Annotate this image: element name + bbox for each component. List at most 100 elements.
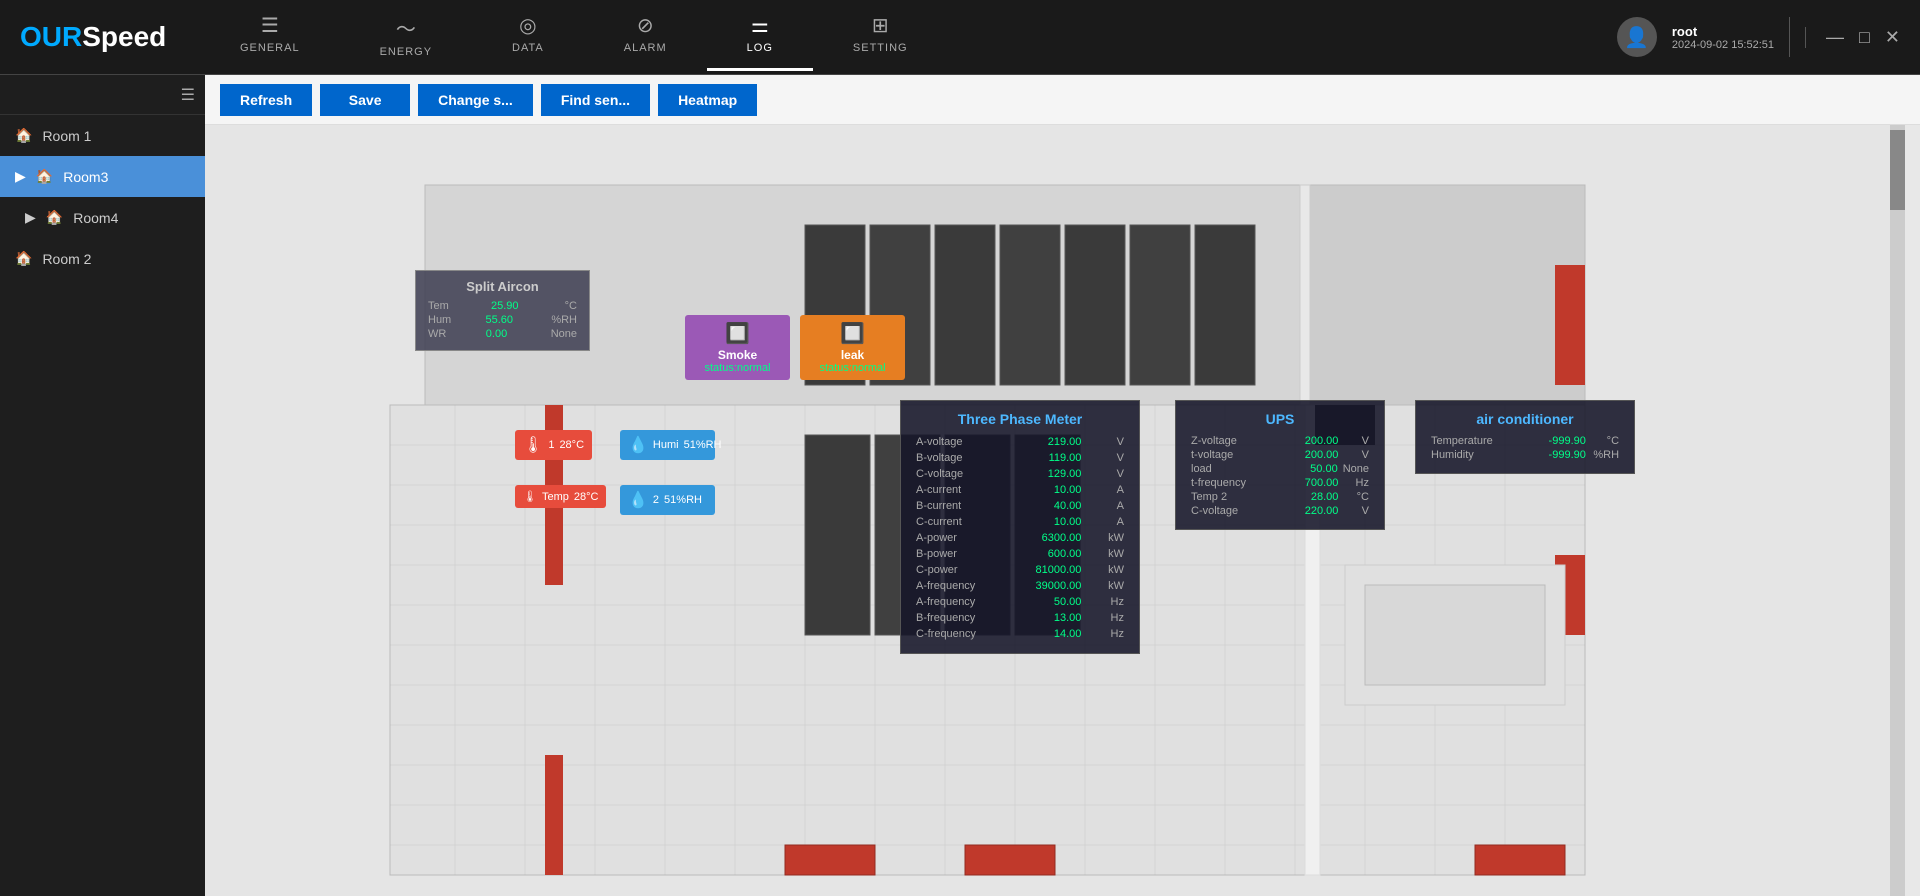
nav-alarm[interactable]: ⊘ ALARM <box>584 3 707 71</box>
logo-speed: Speed <box>82 21 166 52</box>
humi2-icon: 💧 <box>628 490 648 510</box>
main-layout: ☰ 🏠 Room 1 ▶ 🏠 Room3 ▶ 🏠 Room4 🏠 Room 2 … <box>0 75 1920 896</box>
minimize-button[interactable]: — <box>1826 27 1844 48</box>
nav-log-label: LOG <box>747 42 773 54</box>
room3-icon: 🏠 <box>36 168 53 185</box>
window-controls: — □ ✕ <box>1805 27 1900 48</box>
widget-split-aircon[interactable]: Split Aircon Tem 25.90 °C Hum 55.60 %RH … <box>415 270 590 351</box>
save-button[interactable]: Save <box>320 84 410 116</box>
sidebar-menu-icon[interactable]: ☰ <box>181 85 195 105</box>
sidebar-item-room1[interactable]: 🏠 Room 1 <box>0 115 205 156</box>
humi1-label: Humi <box>653 439 679 451</box>
scrollbar-thumb[interactable] <box>1890 130 1905 210</box>
leak-status-value: normal <box>852 362 886 374</box>
nav-alarm-label: ALARM <box>624 42 667 54</box>
find-sen-button[interactable]: Find sen... <box>541 84 650 116</box>
split-aircon-wr-value: 0.00 <box>486 328 507 340</box>
user-info: root 2024-09-02 15:52:51 <box>1672 24 1774 51</box>
temp1-label: 1 <box>548 439 554 451</box>
refresh-button[interactable]: Refresh <box>220 84 312 116</box>
alarm-icon: ⊘ <box>637 13 654 38</box>
temp1-icon: 🌡 <box>523 435 543 455</box>
general-icon: ☰ <box>261 13 279 38</box>
temp1-value: 28°C <box>559 439 584 451</box>
temp2-label: Temp <box>542 491 569 503</box>
nav-setting[interactable]: ⊞ SETTING <box>813 3 948 71</box>
close-button[interactable]: ✕ <box>1885 27 1900 48</box>
log-icon: ⚌ <box>751 13 769 38</box>
humi1-icon: 💧 <box>628 435 648 455</box>
nav-data-label: DATA <box>512 42 544 54</box>
room2-icon: 🏠 <box>15 250 32 267</box>
sidebar-room1-label: Room 1 <box>42 128 91 144</box>
leak-status: status:normal <box>819 362 885 374</box>
maximize-button[interactable]: □ <box>1859 27 1870 48</box>
widget-smoke[interactable]: 🔲 Smoke status:normal <box>685 315 790 380</box>
heatmap-button[interactable]: Heatmap <box>658 84 757 116</box>
split-aircon-temp-label: Tem <box>428 300 449 312</box>
sidebar-room2-label: Room 2 <box>42 251 91 267</box>
widget-air-conditioner[interactable]: air conditioner Temperature -999.90 °C H… <box>1415 400 1635 474</box>
avatar: 👤 <box>1617 17 1657 57</box>
temp2-icon: 🌡 <box>523 490 537 503</box>
nav-setting-label: SETTING <box>853 42 908 54</box>
expand-icon-room3: ▶ <box>15 168 26 185</box>
widget-humi1[interactable]: 💧 Humi 51%RH <box>620 430 715 460</box>
nav-general[interactable]: ☰ GENERAL <box>200 3 340 71</box>
nav-general-label: GENERAL <box>240 42 300 54</box>
sidebar-header: ☰ <box>0 75 205 115</box>
sidebar-item-room2[interactable]: 🏠 Room 2 <box>0 238 205 279</box>
sidebar: ☰ 🏠 Room 1 ▶ 🏠 Room3 ▶ 🏠 Room4 🏠 Room 2 <box>0 75 205 896</box>
leak-name: leak <box>841 348 864 362</box>
nav-data[interactable]: ◎ DATA <box>472 3 584 71</box>
humi2-label: 2 <box>653 494 659 506</box>
floorplan-area: Split Aircon Tem 25.90 °C Hum 55.60 %RH … <box>205 125 1920 896</box>
split-aircon-humi-value: 55.60 <box>486 314 514 326</box>
datetime: 2024-09-02 15:52:51 <box>1672 39 1774 51</box>
sidebar-item-room4[interactable]: ▶ 🏠 Room4 <box>0 197 205 238</box>
humi1-value: 51%RH <box>684 439 722 451</box>
smoke-status-label: status: <box>704 362 736 374</box>
sidebar-room3-label: Room3 <box>63 169 108 185</box>
nav-log[interactable]: ⚌ LOG <box>707 3 813 71</box>
split-aircon-temp-unit: °C <box>565 300 577 312</box>
divider <box>1789 17 1790 57</box>
expand-icon-room4: ▶ <box>25 209 36 226</box>
widget-leak[interactable]: 🔲 leak status:normal <box>800 315 905 380</box>
widget-temp2[interactable]: 🌡 Temp 28°C <box>515 485 606 508</box>
header-right: 👤 root 2024-09-02 15:52:51 — □ ✕ <box>1617 17 1920 57</box>
sidebar-room4-label: Room4 <box>73 210 118 226</box>
smoke-icon: 🔲 <box>725 321 750 346</box>
split-aircon-temp-value: 25.90 <box>491 300 519 312</box>
widget-three-phase-meter[interactable]: Three Phase Meter A-voltage 219.00 V B-v… <box>900 400 1140 654</box>
scrollbar-track[interactable] <box>1890 125 1905 896</box>
smoke-status: status:normal <box>704 362 770 374</box>
nav-energy[interactable]: 〜 ENERGY <box>340 3 472 71</box>
room-3d-view: Split Aircon Tem 25.90 °C Hum 55.60 %RH … <box>205 125 1905 896</box>
data-icon: ◎ <box>519 13 536 38</box>
temp2-value: 28°C <box>574 491 599 503</box>
setting-icon: ⊞ <box>872 13 889 38</box>
content-area: Refresh Save Change s... Find sen... Hea… <box>205 75 1920 896</box>
ups-title: UPS <box>1191 411 1369 427</box>
toolbar: Refresh Save Change s... Find sen... Hea… <box>205 75 1920 125</box>
three-phase-title: Three Phase Meter <box>916 411 1124 427</box>
widget-ups[interactable]: UPS Z-voltage 200.00 V t-voltage 200.00 … <box>1175 400 1385 530</box>
ac-title: air conditioner <box>1431 411 1619 427</box>
humi2-value: 51%RH <box>664 494 702 506</box>
nav-bar: ☰ GENERAL 〜 ENERGY ◎ DATA ⊘ ALARM ⚌ LOG … <box>200 3 1617 71</box>
sidebar-item-room3[interactable]: ▶ 🏠 Room3 <box>0 156 205 197</box>
logo-our: OUR <box>20 21 82 52</box>
widget-temp1[interactable]: 🌡 1 28°C <box>515 430 592 460</box>
change-s-button[interactable]: Change s... <box>418 84 533 116</box>
split-aircon-title: Split Aircon <box>428 279 577 294</box>
nav-energy-label: ENERGY <box>380 46 432 58</box>
split-aircon-wr-label: WR <box>428 328 446 340</box>
header: OURSpeed ☰ GENERAL 〜 ENERGY ◎ DATA ⊘ ALA… <box>0 0 1920 75</box>
split-aircon-humi-unit: %RH <box>551 314 577 326</box>
split-aircon-humi-label: Hum <box>428 314 451 326</box>
widget-humi2[interactable]: 💧 2 51%RH <box>620 485 715 515</box>
logo: OURSpeed <box>0 21 200 53</box>
smoke-name: Smoke <box>718 348 757 362</box>
energy-icon: 〜 <box>396 13 416 42</box>
